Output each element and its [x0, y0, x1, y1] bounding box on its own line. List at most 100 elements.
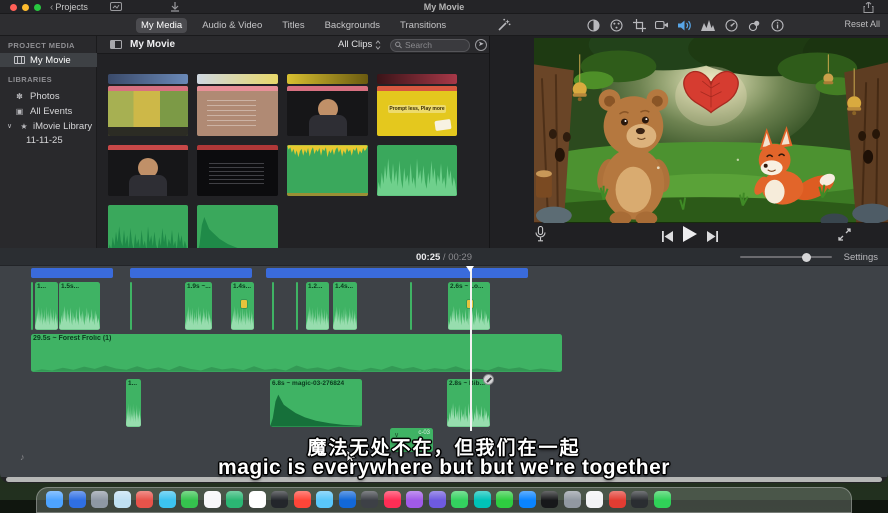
thumbnail-browser-bar	[108, 86, 188, 91]
reset-all-button[interactable]: Reset All	[844, 19, 880, 29]
content-nav-arrow-icon[interactable]: ➤	[475, 39, 487, 51]
skip-back-icon[interactable]	[662, 229, 673, 247]
tab-audio-video[interactable]: Audio & Video	[197, 18, 267, 33]
share-icon[interactable]	[863, 2, 876, 12]
timeline-settings-button[interactable]: Settings	[844, 252, 878, 263]
audio-clip[interactable]: 1.4s...	[231, 282, 254, 330]
audio-clip-thumbnail[interactable]	[108, 205, 188, 248]
color-balance-icon[interactable]	[586, 18, 600, 32]
title-bar-clip[interactable]	[130, 268, 252, 278]
fullscreen-icon[interactable]	[838, 228, 851, 246]
color-palette-icon[interactable]	[609, 18, 623, 32]
sidebar-item-all-events[interactable]: ▣ All Events	[0, 104, 97, 118]
audio-clip-thumbnail[interactable]	[197, 205, 278, 248]
video-clip-thumbnail[interactable]	[197, 145, 278, 196]
audio-clip-thumbnail[interactable]	[377, 145, 457, 196]
skip-forward-icon[interactable]	[707, 229, 718, 247]
edit-point-line	[130, 282, 132, 330]
video-clip-thumbnail[interactable]: Prompt less, Play more	[377, 86, 457, 136]
thumbnail-browser-bar	[197, 86, 278, 91]
voiceover-mic-icon[interactable]	[535, 226, 546, 247]
sidebar-item-label: 11-11-25	[26, 135, 63, 146]
edit-point-line	[410, 282, 412, 330]
search-field[interactable]	[390, 39, 470, 52]
sidebar-item-photos[interactable]: ✽ Photos	[0, 89, 97, 103]
video-clip-thumbnail[interactable]	[108, 86, 188, 136]
photos-icon: ✽	[14, 92, 25, 101]
clip-thumbnail-partial[interactable]	[108, 74, 188, 84]
sound-effect-clip[interactable]: 1...	[126, 379, 141, 427]
stabilization-icon[interactable]	[655, 18, 669, 32]
project-icon	[14, 56, 25, 64]
edit-point-line	[296, 282, 298, 330]
viewer-transport	[490, 224, 888, 248]
sidebar-item-my-movie[interactable]: My Movie	[0, 53, 97, 67]
clip-label: 1...	[37, 283, 46, 290]
edit-point-line	[272, 282, 274, 330]
noise-reduction-icon[interactable]	[701, 18, 715, 32]
audio-clip[interactable]: 1.4s...	[333, 282, 357, 330]
video-clip-thumbnail[interactable]	[108, 145, 188, 196]
playhead[interactable]	[470, 266, 472, 431]
tab-backgrounds[interactable]: Backgrounds	[320, 18, 385, 33]
magic-wand-icon[interactable]	[497, 18, 511, 37]
sidebar-item-label: iMovie Library	[33, 121, 92, 132]
audio-clip[interactable]: 1...	[35, 282, 58, 330]
tab-transitions[interactable]: Transitions	[395, 18, 451, 33]
sound-effect-clip[interactable]: 6.8s ~ magic-03-276824	[270, 379, 362, 427]
all-events-icon: ▣	[14, 107, 25, 116]
viewer-adjustment-toolbar	[586, 14, 784, 36]
volume-icon[interactable]	[678, 18, 692, 32]
search-input[interactable]	[405, 40, 465, 50]
timeline-zoom-slider[interactable]	[740, 256, 832, 258]
edit-point-line	[31, 282, 33, 330]
clip-label: 1...	[128, 380, 137, 387]
crop-icon[interactable]	[632, 18, 646, 32]
background-music-clip[interactable]: 29.5s ~ Forest Frolic (1)	[31, 334, 562, 372]
tab-bar: My Media Audio & Video Titles Background…	[0, 14, 888, 36]
clip-label: 1.2...	[308, 283, 322, 290]
tab-my-media[interactable]: My Media	[136, 18, 187, 33]
clip-label: 1.5s...	[61, 283, 79, 290]
thumbnail-browser-bar	[287, 86, 368, 91]
sidebar-item-event-11-11-25[interactable]: 11-11-25	[0, 133, 97, 147]
preview-video-frame[interactable]	[534, 38, 888, 223]
play-button[interactable]	[683, 226, 697, 247]
effects-icon[interactable]	[747, 18, 761, 32]
browser-title: My Movie	[130, 39, 175, 50]
video-clip-thumbnail[interactable]	[287, 86, 368, 136]
title-bar-clip[interactable]	[266, 268, 528, 278]
video-clip-thumbnail[interactable]	[197, 86, 278, 136]
info-icon[interactable]	[770, 18, 784, 32]
speed-icon[interactable]	[724, 18, 738, 32]
tab-titles[interactable]: Titles	[277, 18, 309, 33]
emoji-marker-badge	[241, 300, 247, 308]
sidebar-toggle-icon[interactable]	[110, 40, 122, 49]
muted-badge-icon[interactable]	[483, 374, 494, 385]
browser-header: My Movie All Clips ➤	[97, 36, 489, 54]
libraries-header: LIBRARIES	[8, 75, 52, 84]
clip-thumbnail-partial[interactable]	[377, 74, 457, 84]
clip-label: 1.4s...	[233, 283, 251, 290]
title-bar-clip[interactable]	[31, 268, 113, 278]
window-title: My Movie	[0, 1, 888, 13]
clip-thumbnail-partial[interactable]	[287, 74, 368, 84]
audio-clip[interactable]: 1.9s ~...	[185, 282, 212, 330]
project-media-header: PROJECT MEDIA	[8, 41, 75, 50]
clip-label: 2.6s ~ Lo...	[450, 283, 483, 290]
clip-label: 2.8s ~ Bib...	[449, 380, 485, 387]
audio-clip[interactable]: 1.2...	[306, 282, 329, 330]
audio-clip-thumbnail[interactable]	[287, 145, 368, 196]
clip-filter-dropdown[interactable]: All Clips	[338, 39, 381, 50]
clip-thumbnail-partial[interactable]	[197, 74, 278, 84]
sidebar-item-imovie-library[interactable]: ∨ ★ iMovie Library	[0, 119, 97, 133]
chevron-down-icon[interactable]: ∨	[4, 122, 15, 130]
timeline-toolbar: 00:25 / 00:29 Settings	[0, 248, 888, 266]
slider-thumb[interactable]	[802, 253, 811, 262]
audio-clip[interactable]: 1.5s...	[59, 282, 100, 330]
thumbnail-browser-bar	[377, 86, 457, 91]
clip-label: 29.5s ~ Forest Frolic (1)	[33, 335, 111, 342]
sound-effect-clip[interactable]: 2.8s ~ Bib...	[447, 379, 490, 427]
audio-clip[interactable]: 2.6s ~ Lo...	[448, 282, 490, 330]
subtitle-english: magic is everywhere but but we're togeth…	[0, 456, 888, 480]
